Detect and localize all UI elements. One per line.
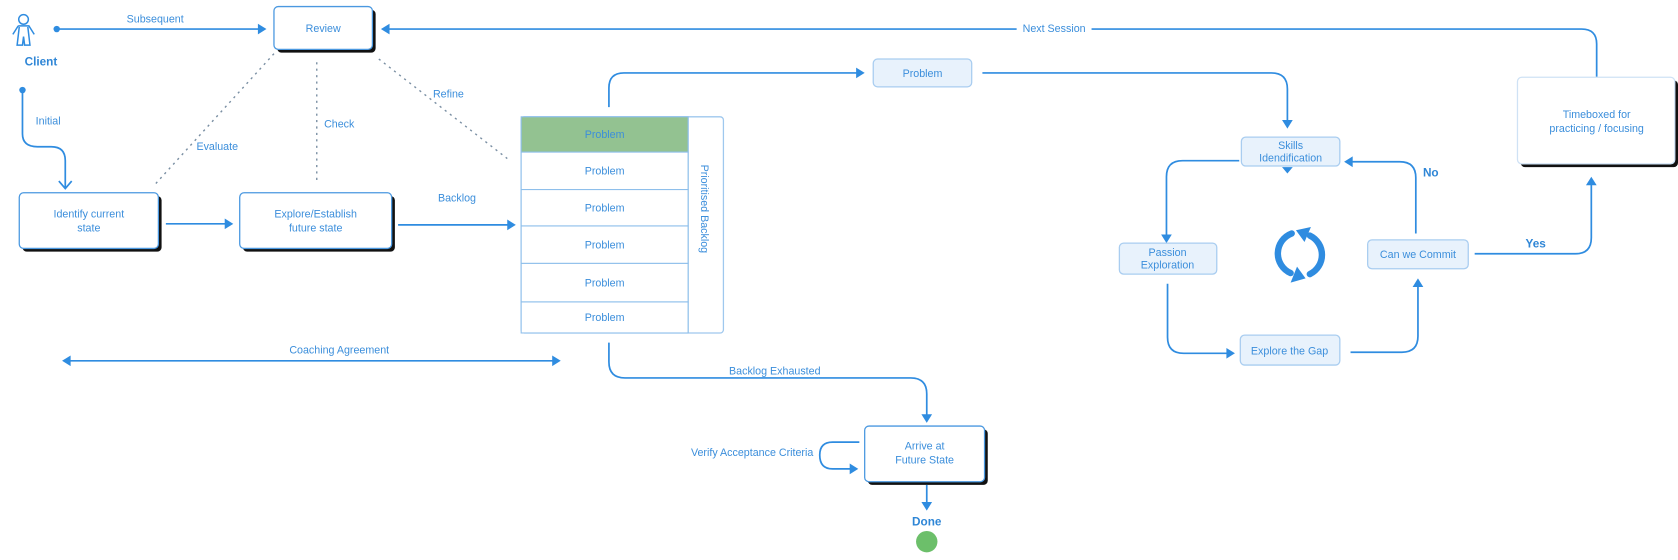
person-icon <box>12 13 35 46</box>
done-label: Done <box>912 516 942 529</box>
explore-label-line2: future state <box>289 222 343 234</box>
explore-future-state-node[interactable]: Explore/Establish future state <box>239 192 395 252</box>
backlog-row[interactable]: Problem <box>520 225 689 264</box>
done-end-node <box>916 530 938 553</box>
problem-to-skills-edge <box>982 72 1289 122</box>
arrowhead-icon <box>1226 347 1235 359</box>
backlog-row[interactable]: Problem <box>520 189 689 227</box>
arrowhead-icon <box>1282 120 1293 129</box>
arrowhead-icon <box>921 502 933 511</box>
explore-gap-node[interactable]: Explore the Gap <box>1239 334 1341 366</box>
arrowhead-icon <box>507 219 516 231</box>
skills-label-line2: Idendification <box>1259 153 1322 165</box>
refine-label: Refine <box>433 89 464 101</box>
backlog-to-problem-edge <box>608 72 859 108</box>
timeboxed-label-line1: Timeboxed for <box>1563 109 1631 121</box>
arrowhead-icon <box>849 463 859 475</box>
verify-label: Verify Acceptance Criteria <box>691 447 813 459</box>
arrowhead-icon <box>552 355 561 367</box>
explore-label-line1: Explore/Establish <box>274 208 357 220</box>
yes-label: Yes <box>1526 237 1547 250</box>
arrowhead-icon <box>380 23 390 35</box>
backlog-row-label: Problem <box>585 203 625 215</box>
backlog-row[interactable]: Problem <box>520 301 689 334</box>
client-label: Client <box>25 55 58 68</box>
arrowhead-icon <box>224 218 234 230</box>
arrive-future-state-node[interactable]: Arrive at Future State <box>864 425 988 485</box>
arrive-label-line2: Future State <box>895 455 954 467</box>
identify-label-line1: Identify current <box>53 208 124 220</box>
can-we-commit-node[interactable]: Can we Commit <box>1367 239 1469 270</box>
next-session-label: Next Session <box>1023 23 1086 35</box>
timeboxed-node[interactable]: Timeboxed for practicing / focusing <box>1516 76 1678 168</box>
evaluate-edge <box>154 53 275 185</box>
prioritised-backlog: Problem Problem Problem Problem Problem Probl… <box>520 116 725 334</box>
review-node[interactable]: Review <box>273 5 376 53</box>
backlog-row[interactable]: Problem <box>520 262 689 303</box>
gap-label: Explore the Gap <box>1251 345 1328 357</box>
refine-edge <box>378 58 508 160</box>
identify-label-line2: state <box>77 222 100 234</box>
passion-label-line1: Passion <box>1149 247 1187 259</box>
next-session-edge <box>387 28 1598 106</box>
skills-node[interactable]: Skills Idendification <box>1240 136 1341 167</box>
backlog-row-label: Problem <box>585 239 625 251</box>
no-edge <box>1350 160 1417 234</box>
no-label: No <box>1423 167 1439 180</box>
arrowhead-icon <box>1161 234 1172 244</box>
backlog-label: Backlog <box>438 192 476 204</box>
passion-label-line2: Exploration <box>1141 260 1195 272</box>
arrowhead-icon <box>257 23 267 35</box>
backlog-row-label: Problem <box>585 312 625 324</box>
commit-label: Can we Commit <box>1380 249 1456 261</box>
problem-node[interactable]: Problem <box>872 58 973 88</box>
passion-exploration-node[interactable]: Passion Exploration <box>1118 242 1218 275</box>
backlog-title: Prioritised Backlog <box>698 165 710 254</box>
initial-edge <box>21 90 67 189</box>
check-label: Check <box>324 119 355 131</box>
backlog-exhausted-label: Backlog Exhausted <box>729 366 821 378</box>
verify-loop-edge <box>818 441 860 470</box>
arrowhead-icon <box>1412 278 1424 287</box>
arrowhead-icon <box>1344 156 1353 168</box>
arrowhead-icon <box>1585 176 1597 186</box>
arrowhead-icon <box>921 414 933 423</box>
initial-label: Initial <box>36 115 61 127</box>
backlog-row-label: Problem <box>585 129 625 141</box>
backlog-row-label: Problem <box>585 166 625 178</box>
backlog-row-label: Problem <box>585 277 625 289</box>
skills-to-passion-edge <box>1165 159 1240 236</box>
subsequent-label: Subsequent <box>127 14 184 26</box>
arrowhead-icon <box>62 355 71 367</box>
backlog-exhausted-edge <box>608 342 928 416</box>
arrowhead-icon <box>1282 167 1293 174</box>
passion-to-gap-edge <box>1166 283 1229 355</box>
coaching-flow-diagram: Client Subsequent Review Next Session In… <box>12 5 1678 553</box>
review-label: Review <box>306 23 341 35</box>
backlog-row[interactable]: Problem <box>520 116 689 153</box>
refresh-cycle-icon <box>1274 227 1326 283</box>
timeboxed-label-line2: practicing / focusing <box>1549 123 1644 135</box>
coaching-agreement-label: Coaching Agreement <box>289 344 389 356</box>
gap-to-commit-edge <box>1350 286 1419 354</box>
skills-label-line1: Skills <box>1278 140 1303 152</box>
evaluate-label: Evaluate <box>196 141 238 153</box>
backlog-row[interactable]: Problem <box>520 151 689 191</box>
identify-current-state-node[interactable]: Identify current state <box>18 192 162 252</box>
arrive-label-line1: Arrive at <box>905 441 945 453</box>
arrowhead-icon <box>856 67 865 79</box>
problem-label: Problem <box>903 68 943 80</box>
